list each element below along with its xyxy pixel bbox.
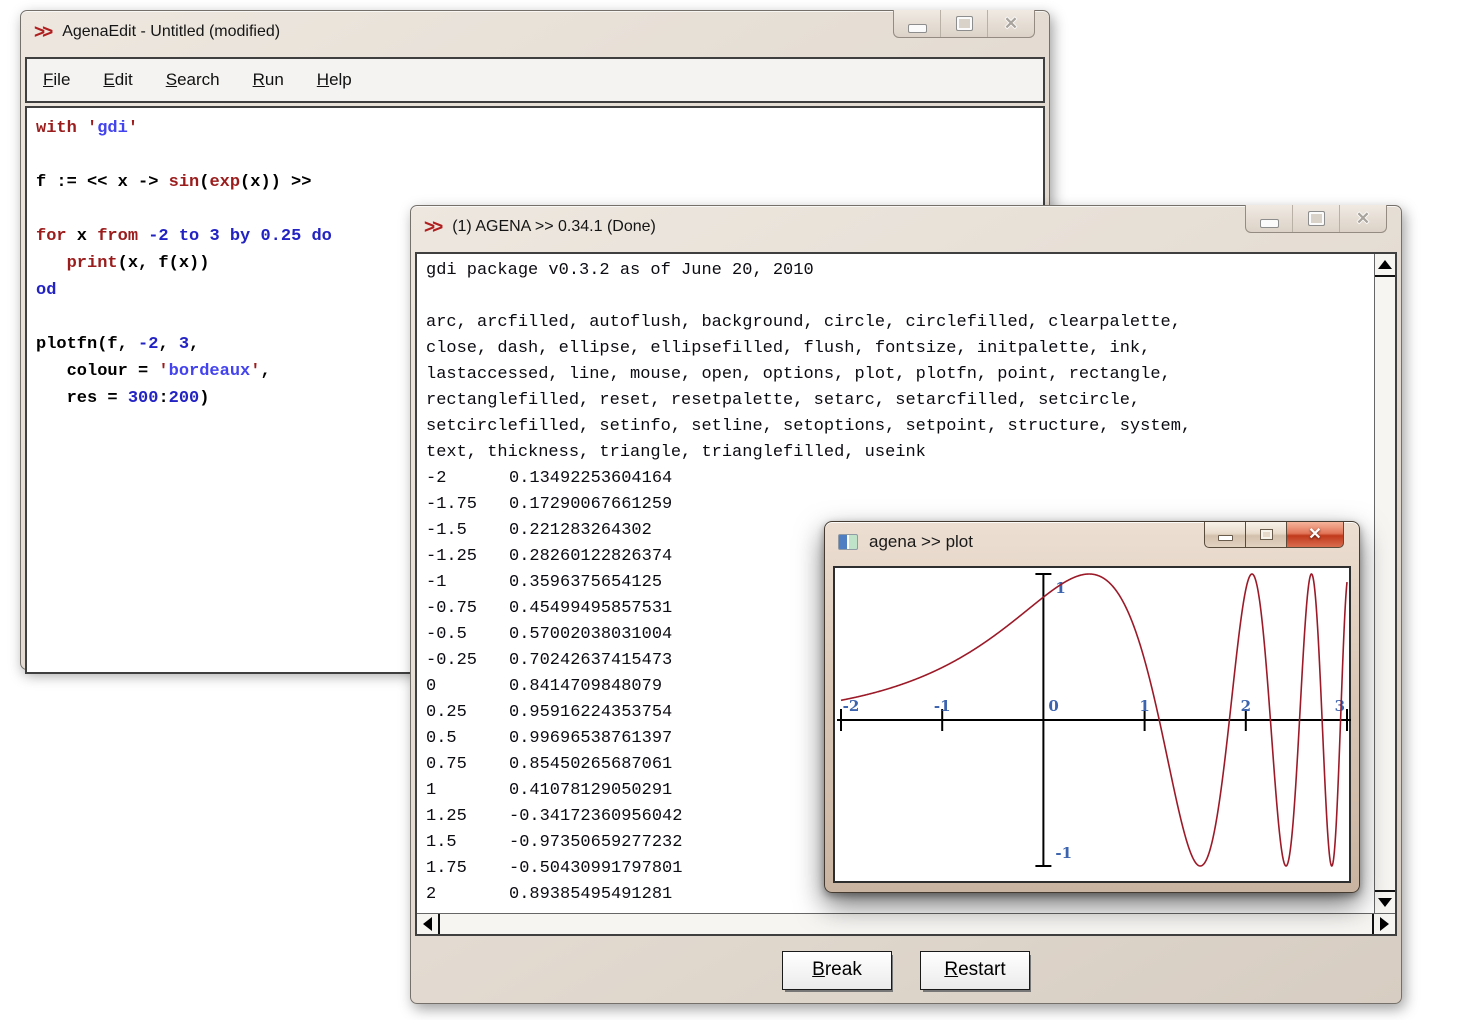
arrow-left-icon: [423, 917, 432, 931]
svg-text:3: 3: [1335, 697, 1345, 715]
arrow-up-icon: [1378, 260, 1392, 269]
function-plot: -2-101231-1: [835, 568, 1353, 885]
maximize-icon: [1308, 211, 1325, 226]
svg-text:2: 2: [1241, 697, 1251, 715]
console-line: lastaccessed, line, mouse, open, options…: [426, 362, 1365, 388]
agenaedit-window-controls: ✕: [893, 10, 1035, 38]
console-line: arc, arcfilled, autoflush, background, c…: [426, 310, 1365, 336]
console-title: (1) AGENA >> 0.34.1 (Done): [452, 218, 656, 236]
scroll-up-button[interactable]: [1375, 254, 1395, 277]
desktop: { "editor_window": { "icon": ">>", "titl…: [0, 0, 1464, 1020]
scroll-right-button[interactable]: [1372, 914, 1395, 934]
plot-window-controls: ✕: [1204, 522, 1344, 548]
console-line: text, thickness, triangle, trianglefille…: [426, 440, 1365, 466]
minimize-icon: [908, 24, 927, 33]
maximize-button[interactable]: [1246, 522, 1287, 548]
scroll-left-button[interactable]: [417, 914, 440, 934]
agenaedit-title: AgenaEdit - Untitled (modified): [62, 23, 280, 41]
restart-button[interactable]: Restart: [920, 951, 1030, 990]
console-line: gdi package v0.3.2 as of June 20, 2010: [426, 258, 1365, 284]
close-button[interactable]: ✕: [1339, 205, 1386, 232]
console-titlebar[interactable]: >> (1) AGENA >> 0.34.1 (Done) ✕: [411, 206, 1401, 248]
agenaedit-titlebar[interactable]: >> AgenaEdit - Untitled (modified) ✕: [21, 11, 1049, 53]
scroll-down-button[interactable]: [1375, 890, 1395, 913]
close-icon: ✕: [1308, 527, 1321, 543]
console-line: setcirclefilled, setinfo, setline, setop…: [426, 414, 1365, 440]
close-button[interactable]: ✕: [987, 10, 1034, 37]
menu-item-file[interactable]: File: [43, 70, 70, 90]
plot-window: agena >> plot ✕ -2-101231-1: [824, 521, 1360, 893]
console-line: close, dash, ellipse, ellipsefilled, flu…: [426, 336, 1365, 362]
menu-bar: File Edit Search Run Help: [25, 57, 1045, 103]
plot-title: agena >> plot: [869, 532, 973, 552]
svg-text:0: 0: [1048, 697, 1058, 715]
agena-logo-icon: >>: [34, 23, 50, 42]
arrow-down-icon: [1378, 898, 1392, 907]
result-row: -1.750.17290067661259: [426, 492, 1365, 518]
code-line: f := << x -> sin(exp(x)) >>: [36, 169, 1034, 196]
arrow-right-icon: [1380, 917, 1389, 931]
maximize-button[interactable]: [940, 10, 987, 37]
break-button[interactable]: Break: [782, 951, 892, 990]
minimize-icon: [1260, 219, 1279, 228]
minimize-button[interactable]: [1204, 522, 1246, 548]
menu-item-edit[interactable]: Edit: [103, 70, 132, 90]
svg-text:-1: -1: [934, 697, 951, 715]
svg-text:-1: -1: [1055, 844, 1072, 862]
result-row: -20.13492253604164: [426, 466, 1365, 492]
console-line: [426, 284, 1365, 310]
menu-item-run[interactable]: Run: [253, 70, 284, 90]
svg-text:1: 1: [1139, 697, 1149, 715]
maximize-icon: [956, 16, 973, 31]
code-line: with 'gdi': [36, 115, 1034, 142]
maximize-icon: [1260, 529, 1273, 540]
close-button[interactable]: ✕: [1287, 522, 1344, 548]
plot-app-icon: [838, 534, 858, 550]
minimize-button[interactable]: [1246, 205, 1292, 232]
minimize-icon: [1218, 535, 1233, 541]
console-button-bar: Break Restart: [411, 940, 1401, 1000]
plot-canvas: -2-101231-1: [833, 566, 1351, 883]
agena-logo-icon: >>: [424, 218, 440, 237]
close-icon: ✕: [1004, 15, 1018, 32]
close-icon: ✕: [1356, 210, 1370, 227]
console-window-controls: ✕: [1245, 205, 1387, 233]
minimize-button[interactable]: [894, 10, 940, 37]
vertical-scrollbar[interactable]: [1374, 254, 1395, 913]
plot-titlebar[interactable]: agena >> plot ✕: [825, 522, 1359, 562]
menu-item-help[interactable]: Help: [317, 70, 352, 90]
console-line: rectanglefilled, reset, resetpalette, se…: [426, 388, 1365, 414]
menu-item-search[interactable]: Search: [166, 70, 220, 90]
code-line: [36, 142, 1034, 169]
horizontal-scrollbar[interactable]: [417, 913, 1395, 934]
maximize-button[interactable]: [1292, 205, 1339, 232]
